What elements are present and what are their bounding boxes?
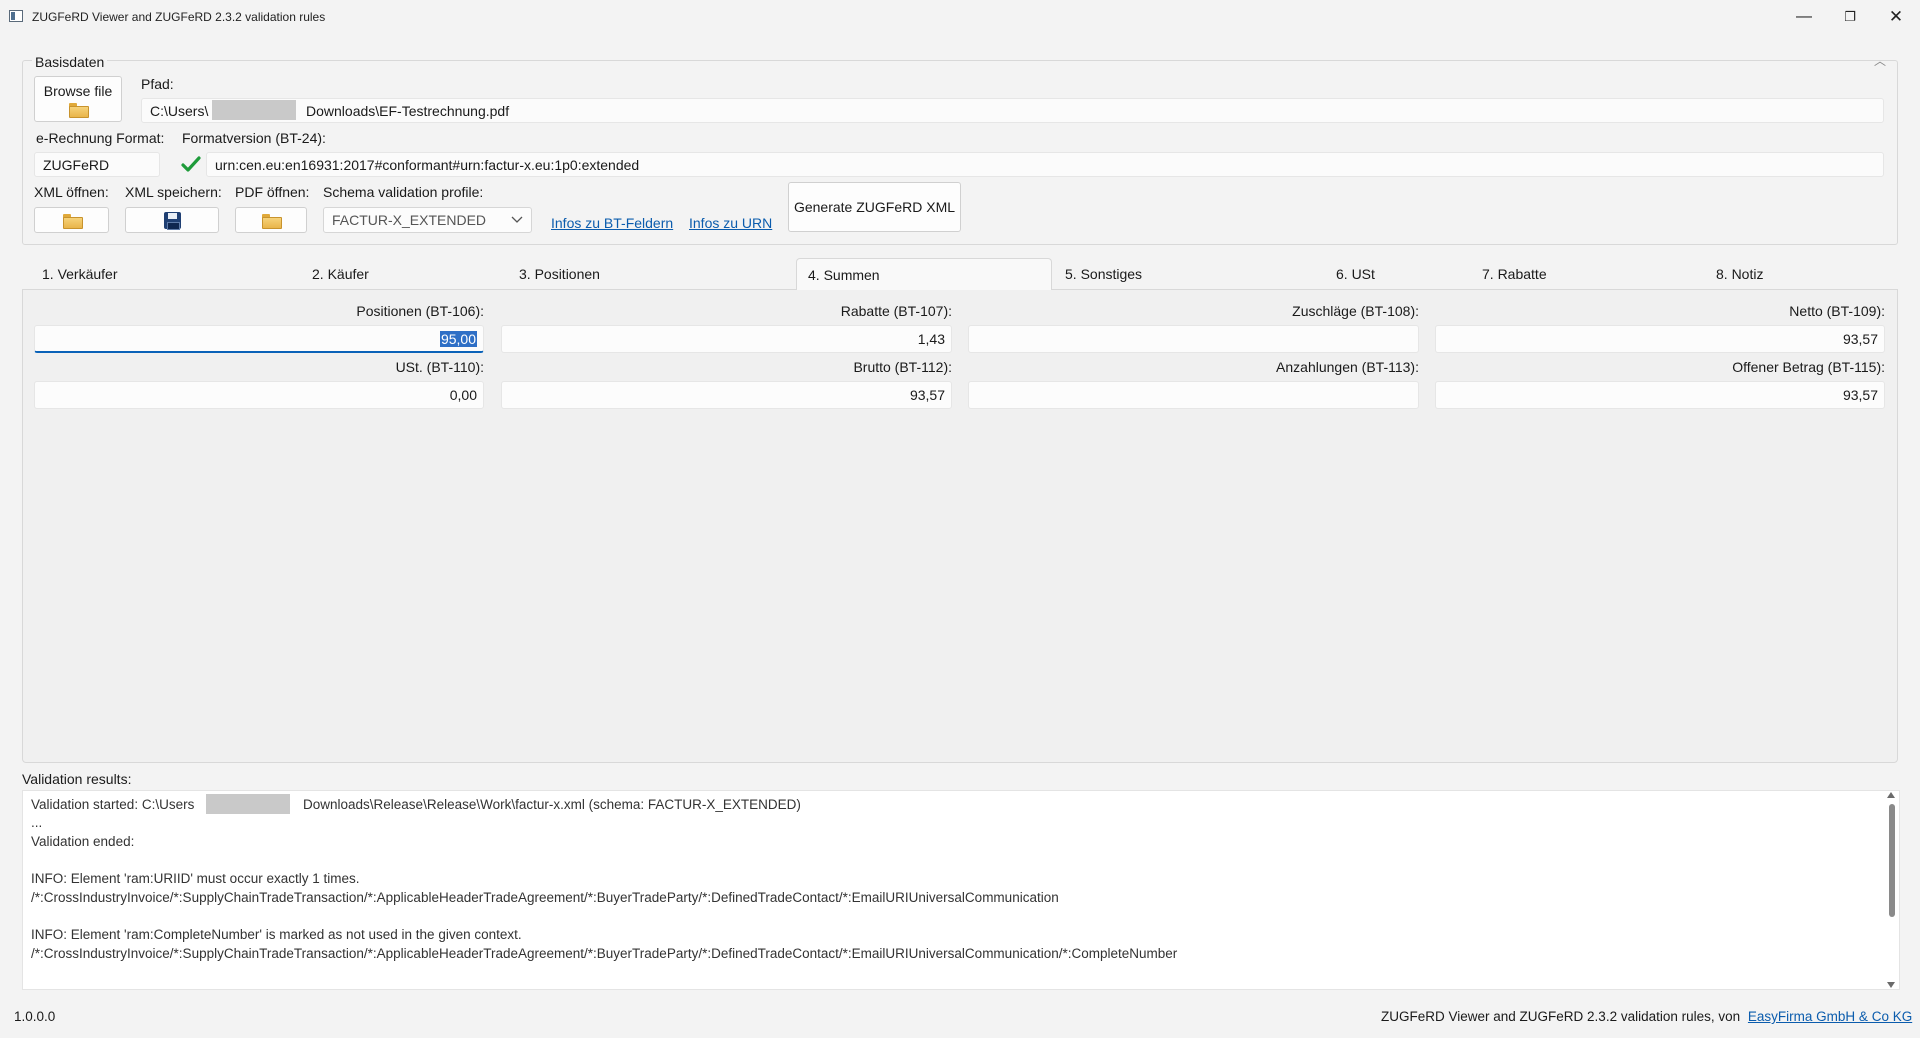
validation-line: /*:CrossIndustryInvoice/*:SupplyChainTra…: [31, 890, 1059, 905]
tab-notiz[interactable]: 8. Notiz: [1696, 258, 1896, 290]
tab-summen[interactable]: 4. Summen: [796, 258, 1052, 290]
urn-link[interactable]: Infos zu URN: [689, 215, 772, 231]
footer-text: ZUGFeRD Viewer and ZUGFeRD 2.3.2 validat…: [1381, 1009, 1741, 1024]
netto-field[interactable]: 93,57: [1435, 325, 1885, 353]
validation-results-box[interactable]: Validation started: C:\Users Downloads\R…: [22, 790, 1900, 990]
save-icon: [163, 211, 181, 230]
schema-select-value: FACTUR-X_EXTENDED: [332, 212, 487, 228]
validation-scrollbar-thumb[interactable]: [1889, 804, 1895, 917]
formatversion-field[interactable]: urn:cen.eu:en16931:2017#conformant#urn:f…: [206, 152, 1884, 177]
rabatte-value: 1,43: [917, 331, 945, 347]
positionen-value: 95,00: [439, 330, 477, 347]
validation-line: INFO: Element 'ram:URIID' must occur exa…: [31, 871, 360, 886]
ust-field[interactable]: 0,00: [34, 381, 484, 409]
validation-line: /*:CrossIndustryInvoice/*:SupplyChainTra…: [31, 946, 1178, 961]
tab-positionen[interactable]: 3. Positionen: [499, 258, 796, 290]
pfad-label: Pfad:: [141, 76, 174, 92]
tab-verkaeufer[interactable]: 1. Verkäufer: [22, 258, 292, 290]
tab-rabatte[interactable]: 7. Rabatte: [1462, 258, 1712, 290]
browse-file-label: Browse file: [43, 82, 113, 99]
validation-line: Validation ended:: [31, 834, 135, 849]
pdf-open-button[interactable]: [235, 207, 307, 233]
validation-line: ...: [31, 815, 43, 830]
scroll-down-icon[interactable]: [1887, 982, 1895, 988]
version-label: 1.0.0.0: [14, 1009, 56, 1024]
validation-line: Downloads\Release\Release\Work\factur-x.…: [303, 797, 801, 812]
anzahlungen-field[interactable]: [968, 381, 1419, 409]
formatversion-label: Formatversion (BT-24):: [182, 130, 326, 146]
window-title: ZUGFeRD Viewer and ZUGFeRD 2.3.2 validat…: [32, 10, 326, 24]
zuschlaege-label: Zuschläge (BT-108):: [1292, 303, 1419, 319]
folder-icon: [262, 213, 282, 229]
rabatte-label: Rabatte (BT-107):: [840, 303, 952, 319]
tab-sonstiges[interactable]: 5. Sonstiges: [1045, 258, 1307, 290]
validation-line: Validation started: C:\Users: [31, 797, 195, 812]
path-suffix: Downloads\EF-Testrechnung.pdf: [306, 103, 510, 119]
collapse-icon[interactable]: ︿: [1874, 52, 1886, 69]
tab-kaeufer[interactable]: 2. Käufer: [292, 258, 499, 290]
ust-value: 0,00: [449, 387, 477, 403]
xml-open-button[interactable]: [34, 207, 109, 233]
basisdaten-legend: Basisdaten: [32, 54, 108, 70]
format-field[interactable]: ZUGFeRD: [34, 152, 160, 177]
pdf-open-label: PDF öffnen:: [235, 184, 310, 200]
validation-line: INFO: Element 'ram:CompleteNumber' is ma…: [31, 927, 522, 942]
scroll-up-icon[interactable]: [1887, 792, 1895, 798]
format-label: e-Rechnung Format:: [36, 130, 165, 146]
rabatte-field[interactable]: 1,43: [501, 325, 952, 353]
xml-save-label: XML speichern:: [125, 184, 222, 200]
xml-save-button[interactable]: [125, 207, 219, 233]
schema-select[interactable]: FACTUR-X_EXTENDED: [323, 207, 532, 233]
anzahlungen-label: Anzahlungen (BT-113):: [1276, 359, 1419, 375]
validation-results-label: Validation results:: [22, 771, 132, 787]
redacted-username: [212, 100, 296, 120]
path-prefix: C:\Users\: [150, 102, 209, 119]
generate-zugferd-label: Generate ZUGFeRD XML: [793, 199, 956, 215]
folder-icon: [62, 213, 83, 229]
easyfirma-link[interactable]: EasyFirma GmbH & Co KG: [1748, 1009, 1912, 1024]
browse-file-button[interactable]: Browse file: [34, 76, 122, 122]
ust-label: USt. (BT-110):: [395, 359, 484, 375]
footer-credit: ZUGFeRD Viewer and ZUGFeRD 2.3.2 validat…: [1381, 1009, 1912, 1024]
offener-betrag-value: 93,57: [1842, 387, 1878, 403]
positionen-field[interactable]: 95,00: [34, 325, 484, 353]
tab-ust[interactable]: 6. USt: [1316, 258, 1463, 290]
offener-betrag-label: Offener Betrag (BT-115):: [1732, 359, 1885, 375]
generate-zugferd-button[interactable]: Generate ZUGFeRD XML: [788, 182, 961, 232]
zuschlaege-field[interactable]: [968, 325, 1419, 353]
bt-fields-link[interactable]: Infos zu BT-Feldern: [551, 215, 673, 231]
positionen-label: Positionen (BT-106):: [356, 303, 484, 319]
folder-icon: [69, 102, 89, 118]
xml-open-label: XML öffnen:: [34, 184, 109, 200]
netto-value: 93,57: [1842, 331, 1878, 347]
close-button[interactable]: ✕: [1873, 0, 1919, 34]
schema-label: Schema validation profile:: [323, 184, 484, 200]
offener-betrag-field[interactable]: 93,57: [1435, 381, 1885, 409]
check-icon: [181, 156, 201, 172]
app-icon: [9, 10, 23, 22]
redacted-username: [206, 794, 290, 814]
maximize-button[interactable]: ❐: [1827, 0, 1873, 34]
brutto-value: 93,57: [909, 387, 945, 403]
netto-label: Netto (BT-109):: [1789, 303, 1885, 319]
brutto-label: Brutto (BT-112):: [853, 359, 952, 375]
chevron-down-icon: [511, 216, 523, 223]
minimize-button[interactable]: —: [1781, 0, 1827, 34]
brutto-field[interactable]: 93,57: [501, 381, 952, 409]
